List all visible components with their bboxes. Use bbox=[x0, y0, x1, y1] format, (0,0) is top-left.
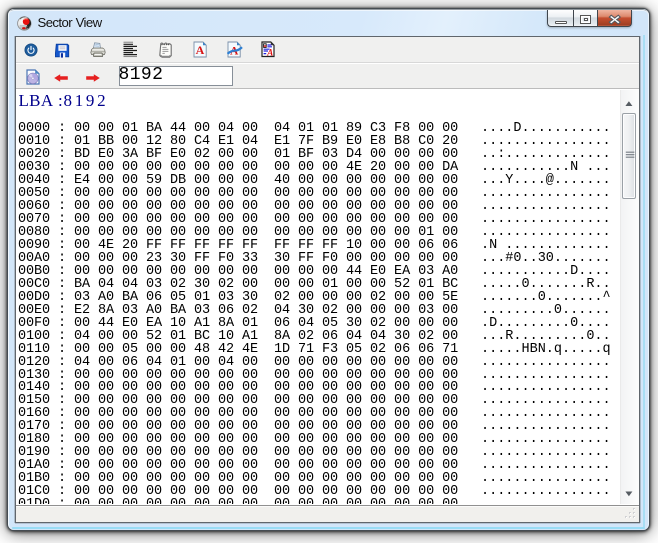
svg-text:A: A bbox=[266, 48, 273, 58]
svg-text:A: A bbox=[196, 43, 205, 57]
